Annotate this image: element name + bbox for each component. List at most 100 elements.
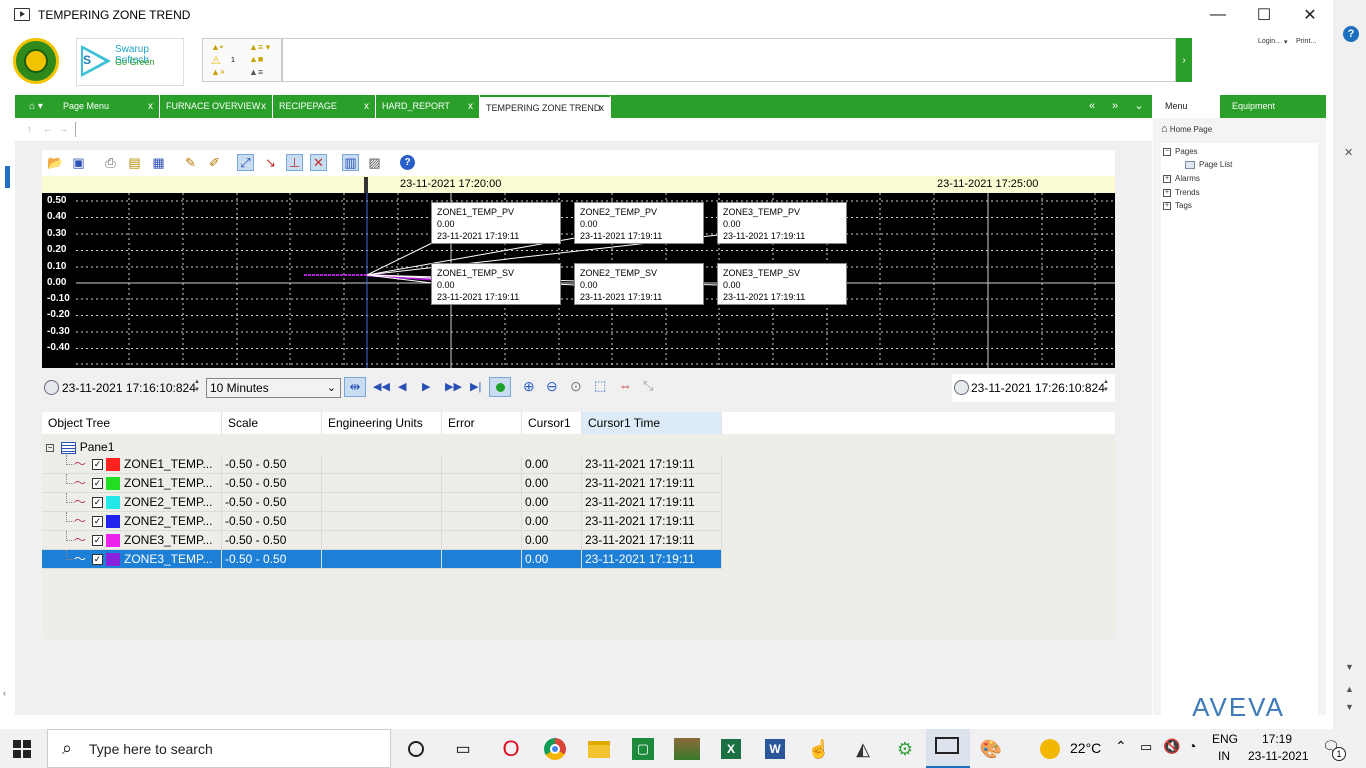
- windows-start-icon[interactable]: [13, 740, 31, 758]
- table-row[interactable]: 〜 ✓ ZONE3_TEMP... -0.50 - 0.50 0.00 23-11-202…: [42, 550, 722, 569]
- forward-arrow-icon[interactable]: →: [59, 124, 68, 134]
- tabs-first-button[interactable]: «: [1082, 95, 1102, 118]
- home-page-link[interactable]: ⌂ Home Page: [1161, 123, 1212, 135]
- scroll-up-icon[interactable]: ▲: [1345, 684, 1354, 694]
- battery-icon[interactable]: ▭: [1140, 739, 1152, 755]
- trend-plot[interactable]: 0.50 0.40 0.30 0.20 0.10 0.00 -0.10 -0.2…: [42, 193, 1115, 368]
- scroll-right-icon[interactable]: ▶: [422, 380, 430, 393]
- tab-equipment[interactable]: Equipment: [1220, 95, 1326, 118]
- login-link[interactable]: Login...: [1258, 38, 1281, 45]
- paint-app-icon[interactable]: 🎨: [978, 736, 1004, 762]
- configure-icon[interactable]: ▨: [366, 154, 383, 171]
- pan-icon[interactable]: ↘: [262, 154, 279, 171]
- opera-icon[interactable]: O: [498, 736, 524, 762]
- scroll-start-icon[interactable]: ◀◀: [373, 380, 390, 393]
- close-button[interactable]: ✕: [1287, 0, 1333, 30]
- tab-furnace-overview[interactable]: FURNACE OVERVIEW x: [160, 95, 273, 118]
- clock-time[interactable]: 17:19: [1262, 732, 1292, 746]
- minimize-button[interactable]: —: [1195, 0, 1241, 30]
- vertical-scrollbar[interactable]: ✕ ▼ ▲ ▼: [1339, 142, 1366, 715]
- scroll-down-icon[interactable]: ▼: [1345, 662, 1354, 672]
- zoom-box-icon[interactable]: ⬚: [594, 378, 606, 394]
- properties-icon[interactable]: ▥: [342, 154, 359, 171]
- file-explorer-icon[interactable]: [586, 736, 612, 762]
- taskbar-search-box[interactable]: ⌕ Type here to search: [47, 729, 391, 768]
- print-link[interactable]: Print...: [1296, 38, 1316, 45]
- tab-recipepage[interactable]: RECIPEPAGE x: [273, 95, 376, 118]
- pen-color-swatch[interactable]: [106, 496, 120, 510]
- clock-date[interactable]: 23-11-2021: [1248, 749, 1309, 763]
- end-time-field[interactable]: 23-11-2021 17:26:10:824: [971, 381, 1105, 395]
- table-row[interactable]: 〜 ✓ ZONE3_TEMP... -0.50 - 0.50 0.00 23-11-202…: [42, 531, 722, 550]
- help-icon[interactable]: ?: [399, 154, 416, 171]
- settings-app-icon[interactable]: ⚙: [892, 736, 918, 762]
- pen-color-swatch[interactable]: [106, 477, 120, 491]
- column-header-cursor1-time[interactable]: Cursor1 Time: [582, 412, 722, 434]
- active-app-highlight[interactable]: [926, 729, 970, 768]
- alarm-summary[interactable]: ▲• ▲≡ ▾ ⚠ 1 ▲■ ▲× ▲≡: [202, 38, 282, 82]
- help-circle-icon[interactable]: ?: [1343, 26, 1359, 42]
- tree-node-trends[interactable]: + Trends: [1163, 188, 1200, 197]
- select-cursor-icon[interactable]: ⤢: [237, 154, 254, 171]
- volume-muted-icon[interactable]: 🔇: [1163, 738, 1180, 755]
- cortana-icon[interactable]: [403, 736, 429, 762]
- network-icon[interactable]: ◔: [1188, 738, 1196, 754]
- open-folder-icon[interactable]: 📂: [47, 154, 64, 171]
- pen-color-swatch[interactable]: [106, 534, 120, 548]
- column-header-scale[interactable]: Scale: [222, 412, 322, 434]
- back-arrow-icon[interactable]: ←: [43, 124, 52, 134]
- tabs-menu-button[interactable]: ⌄: [1129, 95, 1149, 118]
- zoom-reset-icon[interactable]: ⊙: [570, 378, 582, 395]
- print-preview-icon[interactable]: ▤: [126, 154, 143, 171]
- alarm-expand-button[interactable]: ›: [1176, 38, 1192, 82]
- excel-icon[interactable]: X: [718, 736, 744, 762]
- remove-pen-icon[interactable]: ✐: [206, 154, 223, 171]
- zoom-in-icon[interactable]: ⊕: [523, 378, 535, 395]
- tabs-last-button[interactable]: »: [1105, 95, 1125, 118]
- scroll-end-icon[interactable]: ▶|: [470, 380, 481, 393]
- home-dropdown-icon[interactable]: ⌂ ▾: [21, 95, 51, 118]
- start-time-spinner[interactable]: ▲ ▼: [194, 378, 203, 396]
- green-app-icon[interactable]: ▢: [630, 736, 656, 762]
- export-icon[interactable]: ▦: [150, 154, 167, 171]
- cursor-handle[interactable]: [364, 177, 368, 193]
- pen-color-swatch[interactable]: [106, 553, 120, 567]
- chrome-icon[interactable]: [542, 736, 568, 762]
- login-dropdown-icon[interactable]: ▾: [1284, 38, 1288, 46]
- tree-node-pages[interactable]: − Pages: [1163, 147, 1198, 156]
- maximize-button[interactable]: ☐: [1241, 0, 1287, 30]
- up-arrow-icon[interactable]: ↑: [27, 124, 32, 134]
- touch-app-icon[interactable]: ☝: [806, 736, 832, 762]
- cursor-cross-icon[interactable]: ✕: [310, 154, 327, 171]
- tab-hard-report[interactable]: HARD_REPORT x: [376, 95, 480, 118]
- tree-node-tags[interactable]: + Tags: [1163, 201, 1192, 210]
- close-pane-icon[interactable]: ✕: [1344, 146, 1353, 159]
- tab-menu[interactable]: Menu: [1153, 95, 1220, 118]
- zoom-out-icon[interactable]: ⊖: [546, 378, 558, 395]
- duration-select[interactable]: 10 Minutes ⌄: [206, 378, 341, 398]
- pen-color-swatch[interactable]: [106, 515, 120, 529]
- weather-temperature[interactable]: 22°C: [1070, 740, 1101, 756]
- pen-visible-checkbox[interactable]: ✓: [92, 497, 103, 509]
- word-icon[interactable]: W: [762, 736, 788, 762]
- scroll-down-small-icon[interactable]: ▼: [1345, 702, 1354, 712]
- pen-visible-checkbox[interactable]: ✓: [92, 459, 103, 471]
- fit-time-icon[interactable]: ⇹: [344, 377, 366, 397]
- tree-node-pane1[interactable]: − Pane1: [46, 440, 114, 454]
- show-hidden-icons[interactable]: ⌃: [1115, 738, 1127, 755]
- table-row[interactable]: 〜 ✓ ZONE2_TEMP... -0.50 - 0.50 0.00 23-11-202…: [42, 493, 722, 512]
- table-row[interactable]: 〜 ✓ ZONE1_TEMP... -0.50 - 0.50 0.00 23-11-202…: [42, 474, 722, 493]
- table-row[interactable]: 〜 ✓ ZONE1_TEMP... -0.50 - 0.50 0.00 23-11-202…: [42, 455, 722, 474]
- pen-visible-checkbox[interactable]: ✓: [92, 478, 103, 490]
- print-icon[interactable]: ⎙: [102, 154, 119, 171]
- table-row[interactable]: 〜 ✓ ZONE2_TEMP... -0.50 - 0.50 0.00 23-11-202…: [42, 512, 722, 531]
- end-clock-icon[interactable]: [954, 380, 969, 398]
- save-icon[interactable]: ▣: [70, 154, 87, 171]
- scroll-forward-icon[interactable]: ▶▶: [445, 380, 462, 393]
- start-clock-icon[interactable]: [44, 380, 59, 398]
- pen-visible-checkbox[interactable]: ✓: [92, 516, 103, 528]
- tab-tempering-zone-trend[interactable]: TEMPERING ZONE TREND x: [480, 95, 611, 118]
- photo-app-icon[interactable]: [674, 736, 700, 762]
- add-pen-icon[interactable]: ✎: [182, 154, 199, 171]
- live-mode-button[interactable]: [489, 377, 511, 397]
